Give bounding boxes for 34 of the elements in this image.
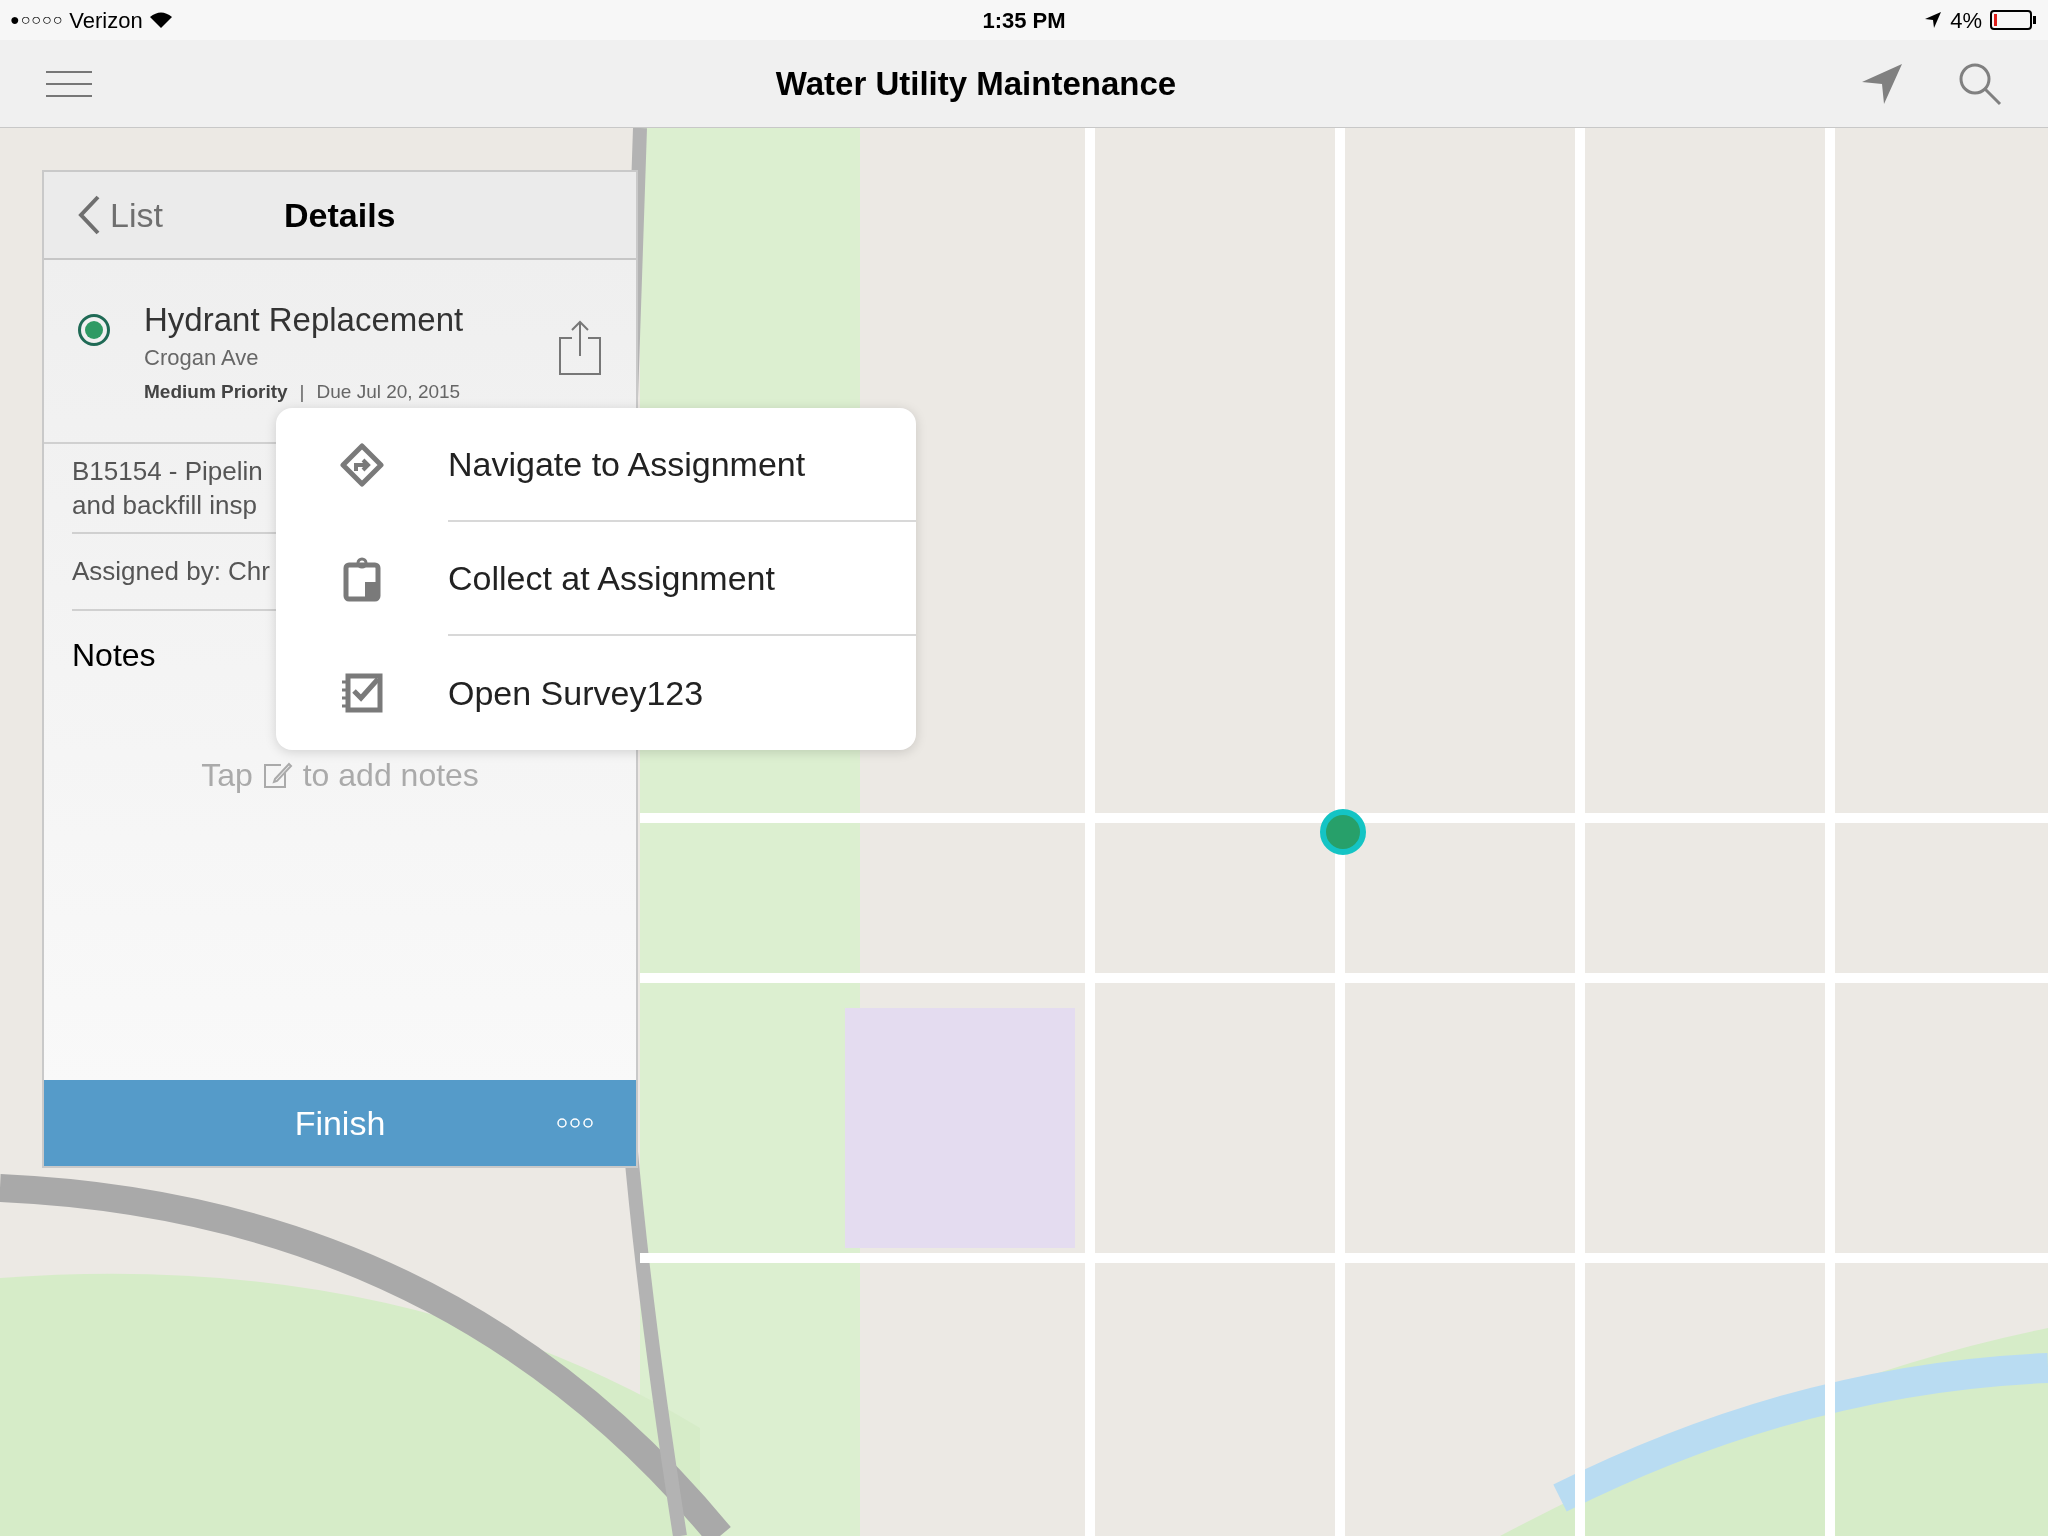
navigation-arrow-icon[interactable]: [1860, 61, 1904, 106]
clipboard-icon: [343, 556, 381, 602]
description-text: B15154 - Pipelin: [72, 455, 263, 488]
priority-label: Medium Priority: [144, 380, 288, 404]
assigned-by: Assigned by: Chr: [72, 556, 270, 586]
edit-icon: [262, 761, 293, 789]
assignment-title: Hydrant Replacement: [144, 300, 465, 340]
app-title: Water Utility Maintenance: [775, 63, 1177, 104]
notes-hint: Tap: [201, 756, 253, 795]
back-button[interactable]: List: [78, 189, 163, 241]
battery-percent: 4%: [1950, 6, 1982, 35]
diamond-arrow-icon: [340, 443, 384, 487]
separator: |: [299, 380, 305, 404]
battery-icon: [1990, 10, 2038, 30]
notes-heading: Notes: [72, 636, 156, 675]
wifi-icon: [148, 11, 173, 29]
panel-title: Details: [284, 194, 396, 236]
assignment-location: Crogan Ave: [144, 344, 260, 372]
menu-item[interactable]: Collect at Assignment: [276, 522, 916, 636]
search-icon[interactable]: [1958, 61, 2002, 106]
notes-hint: to add notes: [302, 756, 479, 795]
more-icon[interactable]: [556, 1117, 594, 1129]
chevron-left-icon: [78, 195, 100, 235]
carrier-name: Verizon: [69, 6, 143, 35]
share-icon[interactable]: [558, 320, 602, 376]
menu-icon[interactable]: [46, 70, 92, 97]
due-date: Due Jul 20, 2015: [316, 380, 461, 404]
status-time: 1:35 PM: [982, 6, 1066, 35]
signal-strength: ●○○○○: [10, 10, 64, 30]
location-arrow-icon: [1924, 11, 1943, 29]
checklist-icon: [340, 673, 384, 713]
menu-item[interactable]: Navigate to Assignment: [276, 408, 916, 522]
description-text: and backfill insp: [72, 489, 257, 522]
menu-item[interactable]: Open Survey123: [276, 636, 916, 750]
